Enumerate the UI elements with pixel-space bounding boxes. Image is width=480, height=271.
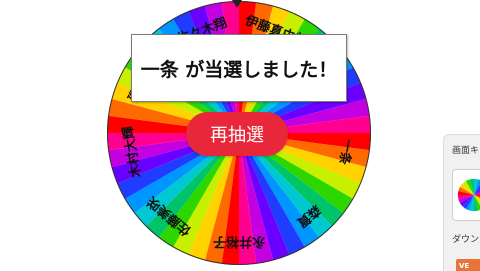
wheel-thumbnail-icon — [457, 178, 480, 212]
wheel-name-label: 永井裕子 — [213, 234, 266, 250]
side-panel: 画面キ ダウン VE — [443, 134, 480, 271]
result-dialog: 一条 が当選しました！ — [131, 34, 347, 102]
download-label[interactable]: ダウン — [452, 232, 479, 245]
badge-icon: VE — [456, 259, 480, 271]
respin-button[interactable]: 再抽選 — [186, 112, 288, 156]
wheel-thumbnail[interactable] — [452, 169, 480, 221]
result-text: 一条 が当選しました！ — [140, 58, 338, 81]
roulette-screen: 伊藤真由美太郎一条森賀永井裕子佐藤美咲木村大輝磯谷明子佐々木翔 一条 が当選しま… — [0, 0, 480, 271]
wheel-pointer-icon — [232, 0, 242, 8]
panel-title: 画面キ — [452, 146, 480, 156]
